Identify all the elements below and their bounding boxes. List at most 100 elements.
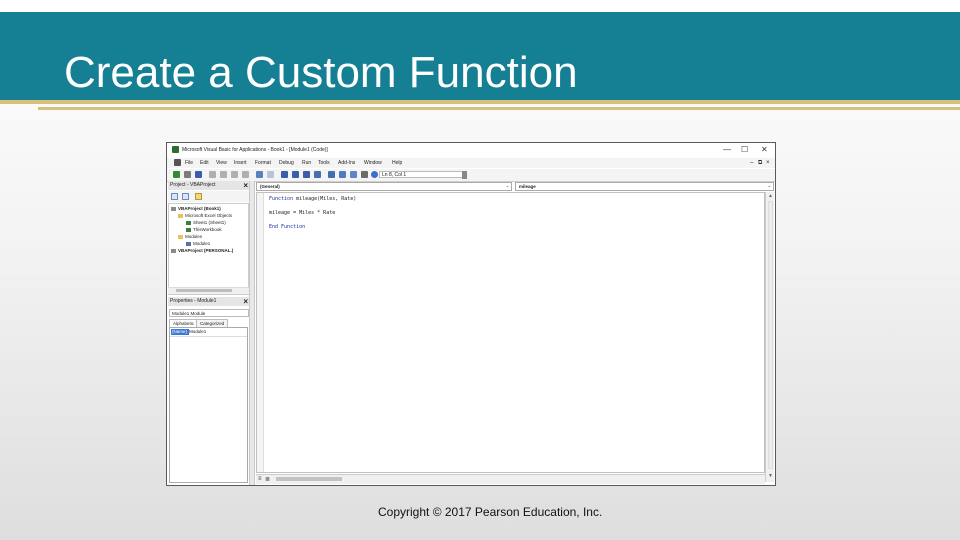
copy-icon[interactable]	[220, 171, 227, 178]
procedure-dropdown-value: mileage	[519, 184, 536, 189]
minimize-button[interactable]: —	[723, 145, 731, 154]
tree-label: Modules	[185, 234, 203, 239]
tree-item-modules[interactable]: Modules	[178, 234, 202, 239]
help-icon[interactable]	[371, 171, 378, 178]
toolbox-icon[interactable]	[361, 171, 368, 178]
pane-splitter[interactable]	[249, 181, 255, 485]
tree-label: VBAProject (Book1)	[178, 206, 221, 211]
project-pane-title: Project - VBAProject	[170, 182, 216, 188]
object-browser-icon[interactable]	[350, 171, 357, 178]
tree-label: VBAProject (PERSONAL.)	[178, 248, 234, 253]
vba-editor-window: Microsoft Visual Basic for Applications …	[166, 142, 776, 486]
toggle-folders-icon[interactable]	[195, 193, 202, 200]
insert-module-icon[interactable]	[184, 171, 191, 178]
project-tree: VBAProject (Book1) Microsoft Excel Objec…	[168, 203, 249, 295]
menu-add-ins[interactable]: Add-Ins	[338, 160, 355, 166]
close-button[interactable]: ✕	[761, 145, 768, 154]
property-name-cell[interactable]: (Name)	[171, 329, 189, 335]
code-vscroll[interactable]: ▲ ▼	[765, 192, 774, 482]
code-margin-indicator-bar[interactable]	[257, 193, 264, 472]
paste-icon[interactable]	[231, 171, 238, 178]
menu-debug[interactable]: Debug	[279, 160, 294, 166]
property-value-cell[interactable]: Module1	[189, 329, 206, 335]
redo-icon[interactable]	[267, 171, 274, 178]
properties-object-select[interactable]: Module1 Module	[169, 309, 249, 317]
tree-label: Microsoft Excel Objects	[185, 213, 233, 218]
tree-item-module1[interactable]: Module1	[186, 241, 210, 246]
chevron-down-icon[interactable]: ⌄	[504, 183, 511, 190]
scroll-down-icon[interactable]: ▼	[766, 473, 775, 480]
project-icon	[171, 206, 176, 211]
code-keyword: Function	[269, 196, 294, 202]
scroll-thumb[interactable]	[176, 289, 232, 292]
window-title: Microsoft Visual Basic for Applications …	[182, 147, 328, 153]
slide-title: Create a Custom Function	[64, 48, 578, 97]
grid-divider	[170, 336, 247, 337]
project-explorer-icon[interactable]	[328, 171, 335, 178]
find-icon[interactable]	[242, 171, 249, 178]
excel-view-icon[interactable]	[174, 159, 181, 166]
menu-edit[interactable]: Edit	[200, 160, 209, 166]
menu-bar: File Edit View Insert Format Debug Run T…	[167, 158, 775, 168]
menu-help[interactable]: Help	[392, 160, 402, 166]
break-icon[interactable]	[292, 171, 299, 178]
procedure-view-icon[interactable]: ≡	[258, 476, 262, 482]
properties-pane-title: Properties - Module1	[170, 298, 217, 304]
project-icon	[171, 248, 176, 253]
child-minimize-icon[interactable]: –	[750, 160, 753, 166]
tree-item-thisworkbook[interactable]: ThisWorkbook	[186, 227, 222, 232]
run-icon[interactable]	[281, 171, 288, 178]
view-object-icon[interactable]	[182, 193, 189, 200]
code-hscroll[interactable]: ≡ ≣	[256, 474, 765, 484]
view-excel-icon[interactable]	[173, 171, 180, 178]
tree-label: ThisWorkbook	[193, 227, 222, 232]
restore-button[interactable]: ☐	[741, 145, 748, 154]
menu-format[interactable]: Format	[255, 160, 271, 166]
menu-insert[interactable]: Insert	[234, 160, 247, 166]
code-editor[interactable]: Function mileage(Miles, Rate) mileage = …	[256, 192, 765, 473]
code-line-function[interactable]: Function mileage(Miles, Rate)	[269, 196, 356, 202]
header-divider	[0, 100, 960, 104]
chevron-down-icon[interactable]: ⌄	[766, 183, 773, 190]
toolbar-options-icon[interactable]	[462, 171, 467, 179]
menu-tools[interactable]: Tools	[318, 160, 330, 166]
code-keyword: End Function	[269, 224, 306, 230]
full-module-view-icon[interactable]: ≣	[265, 476, 270, 483]
tree-item-vbaproject-book1[interactable]: VBAProject (Book1)	[171, 206, 221, 211]
object-dropdown-value: (General)	[260, 184, 280, 189]
view-code-icon[interactable]	[171, 193, 178, 200]
cut-icon[interactable]	[209, 171, 216, 178]
menu-window[interactable]: Window	[364, 160, 382, 166]
code-text: mileage = Miles * Rate	[269, 210, 336, 216]
properties-pane-close-icon[interactable]: ×	[243, 297, 248, 306]
properties-window-icon[interactable]	[339, 171, 346, 178]
code-line-end-function[interactable]: End Function	[269, 224, 305, 230]
child-close-icon[interactable]: ×	[766, 160, 770, 166]
menu-file[interactable]: File	[185, 160, 193, 166]
header-divider-secondary	[38, 107, 960, 110]
reset-icon[interactable]	[303, 171, 310, 178]
menu-view[interactable]: View	[216, 160, 227, 166]
project-pane-close-icon[interactable]: ×	[243, 181, 248, 190]
procedure-dropdown[interactable]: mileage ⌄	[515, 182, 774, 191]
menu-run[interactable]: Run	[302, 160, 311, 166]
scroll-thumb[interactable]	[276, 477, 342, 481]
project-tree-hscroll[interactable]	[168, 287, 249, 294]
undo-icon[interactable]	[256, 171, 263, 178]
folder-icon	[178, 213, 183, 218]
project-pane-toolbar	[168, 191, 250, 202]
tree-item-vbaproject-personal[interactable]: VBAProject (PERSONAL.)	[171, 248, 233, 253]
scroll-up-icon[interactable]: ▲	[766, 193, 775, 200]
save-icon[interactable]	[195, 171, 202, 178]
code-line-assignment[interactable]: mileage = Miles * Rate	[269, 210, 335, 216]
sheet-icon	[186, 220, 191, 225]
standard-toolbar: Ln 8, Col 1	[167, 169, 775, 182]
scroll-thumb[interactable]	[768, 201, 773, 469]
tree-item-sheet1[interactable]: Sheet1 (Sheet1)	[186, 220, 226, 225]
design-mode-icon[interactable]	[314, 171, 321, 178]
properties-pane-header: Properties - Module1 ×	[168, 297, 250, 306]
object-dropdown[interactable]: (General) ⌄	[256, 182, 512, 191]
copyright-footer: Copyright © 2017 Pearson Education, Inc.	[378, 505, 603, 519]
child-restore-icon[interactable]: ⧉	[758, 160, 762, 167]
tree-item-excel-objects[interactable]: Microsoft Excel Objects	[178, 213, 232, 218]
